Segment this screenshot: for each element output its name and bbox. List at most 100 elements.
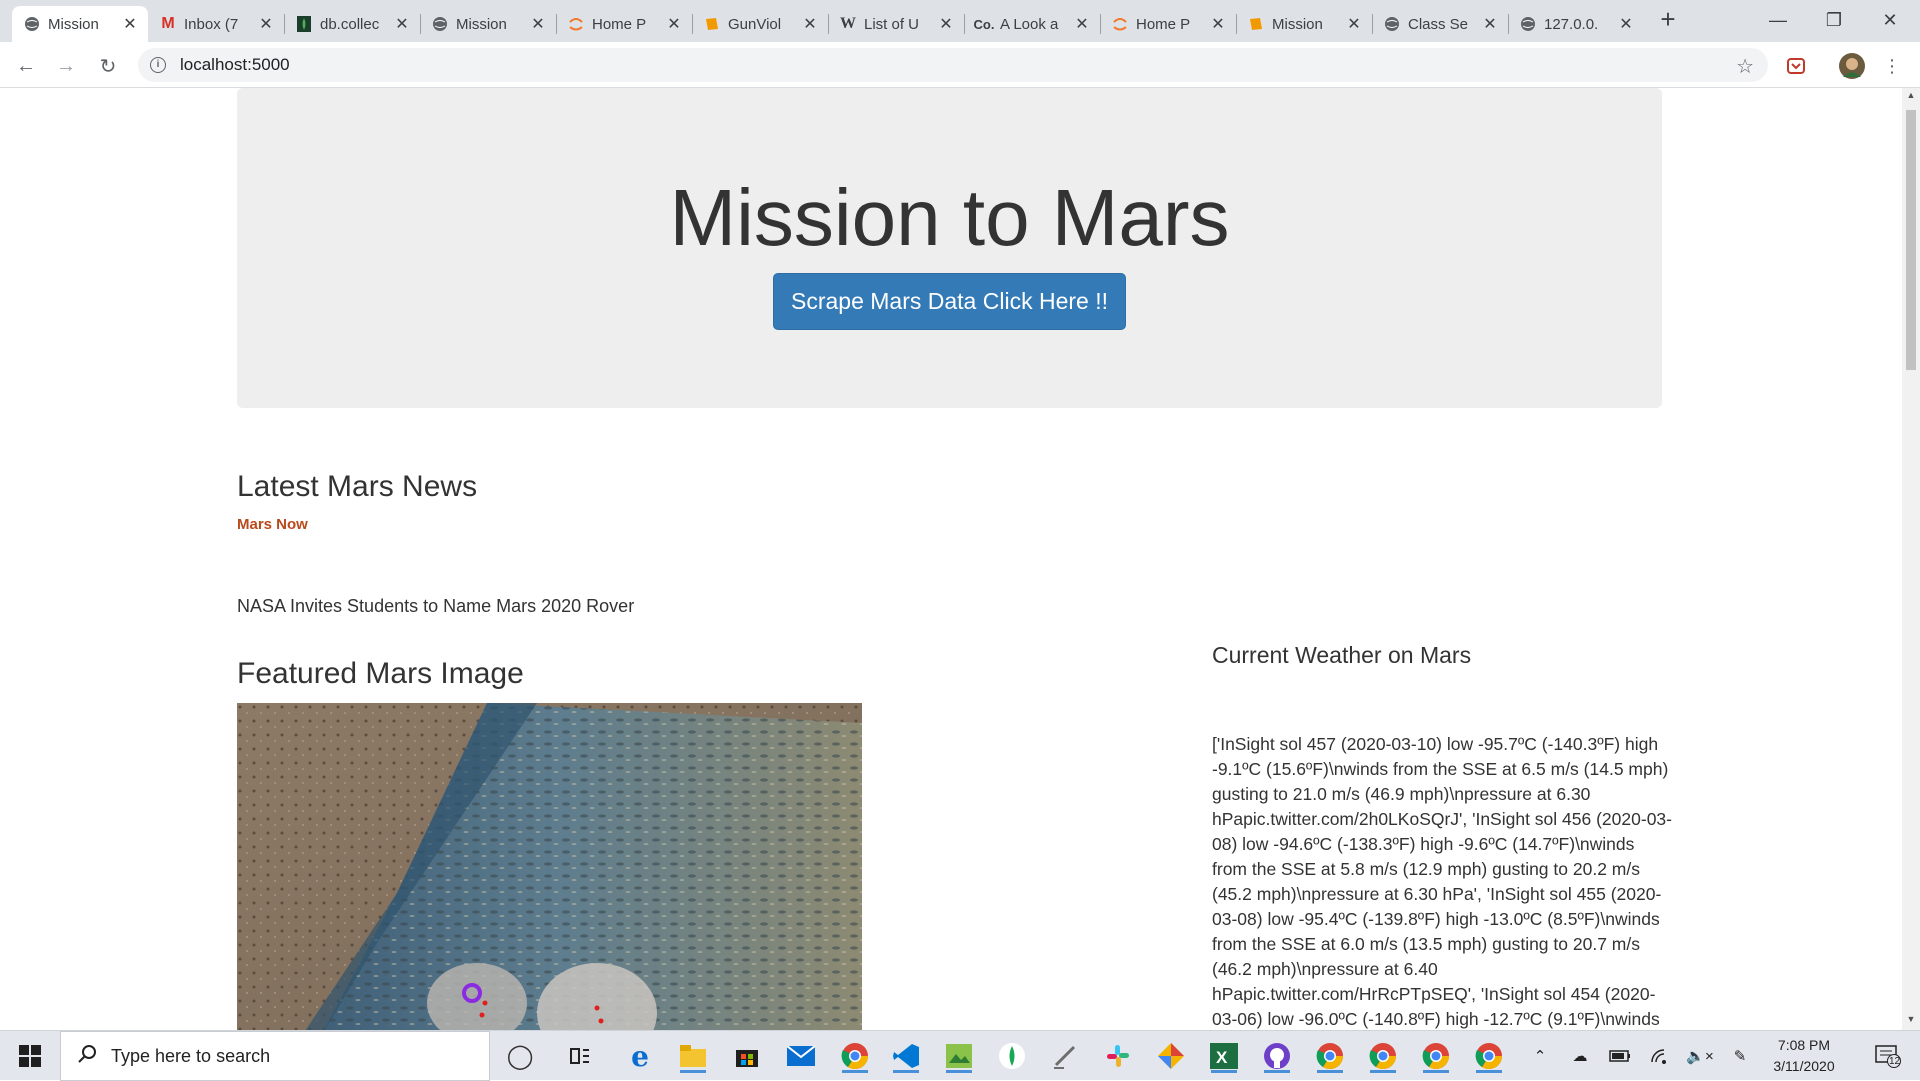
browser-tab-strip: Mission ✕ M Inbox (7 ✕ db.collec ✕ Missi… xyxy=(0,0,1920,42)
globe-icon xyxy=(24,16,40,32)
taskbar-search[interactable]: Type here to search xyxy=(60,1031,490,1081)
tab-db-collection[interactable]: db.collec ✕ xyxy=(284,6,420,42)
tab-gunviolence[interactable]: GunViol ✕ xyxy=(692,6,828,42)
vscode-icon[interactable] xyxy=(889,1039,923,1073)
cortana-icon[interactable]: ◯ xyxy=(503,1039,537,1073)
scroll-up-arrow-icon[interactable]: ▲ xyxy=(1902,90,1920,104)
chrome-icon[interactable] xyxy=(1472,1039,1506,1073)
tab-gmail[interactable]: M Inbox (7 ✕ xyxy=(148,6,284,42)
tab-mission-book[interactable]: Mission ✕ xyxy=(1236,6,1372,42)
mail-icon[interactable] xyxy=(784,1039,818,1073)
windows-taskbar: Type here to search ◯ e X ⌃ ☁ 🔈× ✎ 7:08 … xyxy=(0,1030,1920,1081)
news-category-link[interactable]: Mars Now xyxy=(237,516,308,533)
tab-title: Home P xyxy=(592,15,647,33)
jupyter-icon xyxy=(1112,16,1128,32)
avatar[interactable] xyxy=(1838,52,1866,80)
tab-title: Home P xyxy=(1136,15,1191,33)
featured-mars-image xyxy=(237,703,862,1030)
chrome-icon[interactable] xyxy=(838,1039,872,1073)
restore-button[interactable]: ❐ xyxy=(1806,0,1862,40)
close-tab-icon[interactable]: ✕ xyxy=(1346,14,1362,34)
git-kraken-icon[interactable] xyxy=(1154,1039,1188,1073)
back-button[interactable]: ← xyxy=(12,52,40,80)
tab-localhost-ip[interactable]: 127.0.0. ✕ xyxy=(1508,6,1644,42)
close-tab-icon[interactable]: ✕ xyxy=(122,14,138,34)
close-tab-icon[interactable]: ✕ xyxy=(1074,14,1090,34)
scrape-button[interactable]: Scrape Mars Data Click Here !! xyxy=(773,273,1126,330)
page-viewport: Mission to Mars Scrape Mars Data Click H… xyxy=(0,88,1902,1030)
scroll-down-arrow-icon[interactable]: ▼ xyxy=(1902,1014,1920,1028)
show-hidden-icons-chevron-icon[interactable]: ⌃ xyxy=(1525,1031,1555,1081)
svg-text:X: X xyxy=(1216,1048,1228,1067)
tab-title: List of U xyxy=(864,15,920,33)
github-icon[interactable] xyxy=(1260,1039,1294,1073)
tab-class-sessions[interactable]: Class Se ✕ xyxy=(1372,6,1508,42)
close-tab-icon[interactable]: ✕ xyxy=(938,14,954,34)
tab-title: Class Se xyxy=(1408,15,1469,33)
tab-home-jupyter-2[interactable]: Home P ✕ xyxy=(1100,6,1236,42)
chrome-icon[interactable] xyxy=(1313,1039,1347,1073)
tab-title: A Look a xyxy=(1000,15,1059,33)
url-text: localhost:5000 xyxy=(180,55,290,74)
tab-title: Inbox (7 xyxy=(184,15,239,33)
file-explorer-icon[interactable] xyxy=(676,1039,710,1073)
page-scrollbar[interactable]: ▲ ▼ xyxy=(1902,88,1920,1030)
close-tab-icon[interactable]: ✕ xyxy=(1210,14,1226,34)
scrollbar-thumb[interactable] xyxy=(1906,110,1916,370)
pen-ink-icon[interactable]: ✎ xyxy=(1725,1031,1755,1081)
chrome-icon[interactable] xyxy=(1419,1039,1453,1073)
news-heading: Latest Mars News xyxy=(237,470,478,503)
close-tab-icon[interactable]: ✕ xyxy=(258,14,274,34)
wifi-icon[interactable] xyxy=(1645,1031,1675,1081)
new-tab-button[interactable]: + xyxy=(1656,6,1680,32)
tab-title: 127.0.0. xyxy=(1544,15,1599,33)
close-tab-icon[interactable]: ✕ xyxy=(802,14,818,34)
minimize-button[interactable]: — xyxy=(1750,0,1806,40)
battery-icon[interactable] xyxy=(1605,1031,1635,1081)
volume-muted-icon[interactable]: 🔈× xyxy=(1685,1031,1715,1081)
tab-title: Mission xyxy=(456,15,507,33)
windows-start-button[interactable] xyxy=(0,1031,60,1081)
system-clock[interactable]: 7:08 PM 3/11/2020 xyxy=(1760,1035,1848,1077)
tab-title: db.collec xyxy=(320,15,380,33)
tab-title: Mission xyxy=(48,15,99,33)
tab-home-jupyter[interactable]: Home P ✕ xyxy=(556,6,692,42)
chrome-icon[interactable] xyxy=(1366,1039,1400,1073)
tab-a-look[interactable]: Co. A Look a ✕ xyxy=(964,6,1100,42)
store-icon[interactable] xyxy=(730,1039,764,1073)
close-tab-icon[interactable]: ✕ xyxy=(666,14,682,34)
photo-app-icon[interactable] xyxy=(942,1039,976,1073)
close-tab-icon[interactable]: ✕ xyxy=(1618,14,1634,34)
reload-button[interactable]: ↻ xyxy=(94,52,122,80)
pocket-icon[interactable] xyxy=(1782,52,1810,80)
excel-icon[interactable]: X xyxy=(1207,1039,1241,1073)
info-icon[interactable]: i xyxy=(150,57,166,73)
close-tab-icon[interactable]: ✕ xyxy=(394,14,410,34)
page-title: Mission to Mars xyxy=(669,173,1230,262)
tab-title: Mission xyxy=(1272,15,1323,33)
edge-icon[interactable]: e xyxy=(623,1039,657,1073)
notifications-button[interactable]: 12 xyxy=(1868,1031,1908,1081)
close-tab-icon[interactable]: ✕ xyxy=(1482,14,1498,34)
menu-kebab-icon[interactable]: ⋮ xyxy=(1878,52,1906,80)
globe-icon xyxy=(432,16,448,32)
forward-button[interactable]: → xyxy=(52,52,80,80)
notification-count-badge: 12 xyxy=(1889,1056,1901,1067)
pen-app-icon[interactable] xyxy=(1048,1039,1082,1073)
bookmark-star-icon[interactable]: ☆ xyxy=(1736,54,1754,79)
tab-mission-active[interactable]: Mission ✕ xyxy=(12,6,148,42)
mongodb-compass-icon[interactable] xyxy=(995,1039,1029,1073)
slack-icon[interactable] xyxy=(1101,1039,1135,1073)
clock-time: 7:08 PM xyxy=(1777,1037,1831,1053)
address-bar[interactable]: i localhost:5000 ☆ xyxy=(138,48,1768,82)
featured-image-heading: Featured Mars Image xyxy=(237,657,524,690)
tab-wikipedia[interactable]: W List of U ✕ xyxy=(828,6,964,42)
tab-mission[interactable]: Mission ✕ xyxy=(420,6,556,42)
onedrive-cloud-icon[interactable]: ☁ xyxy=(1565,1031,1595,1081)
close-tab-icon[interactable]: ✕ xyxy=(530,14,546,34)
tab-title: GunViol xyxy=(728,15,782,33)
task-view-icon[interactable] xyxy=(563,1039,597,1073)
clock-date: 3/11/2020 xyxy=(1773,1058,1835,1074)
globe-icon xyxy=(1520,16,1536,32)
close-window-button[interactable]: ✕ xyxy=(1862,0,1918,40)
